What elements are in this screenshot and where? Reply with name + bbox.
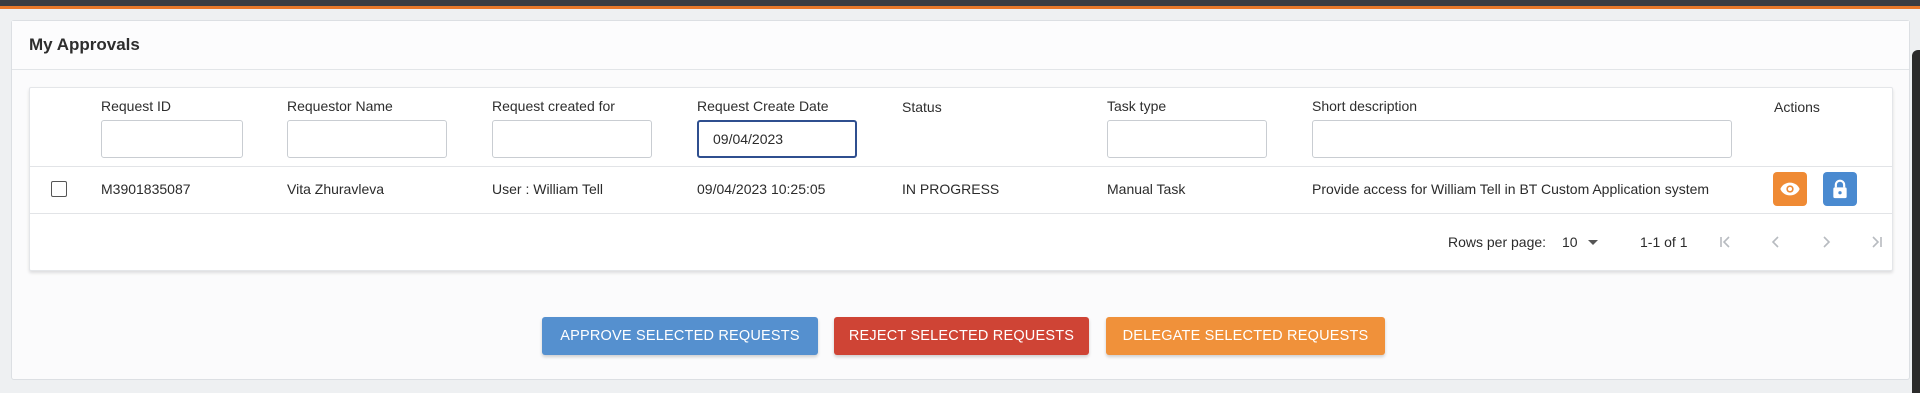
eye-icon <box>1780 182 1800 196</box>
reject-selected-button[interactable]: REJECT SELECTED REQUESTS <box>834 317 1089 355</box>
table-pagination: Rows per page: 10 1-1 of 1 <box>30 214 1892 269</box>
next-page-icon[interactable] <box>1814 231 1838 253</box>
view-request-button[interactable] <box>1773 172 1807 206</box>
request-created-for-filter[interactable] <box>492 120 652 158</box>
rows-per-page-label: Rows per page: <box>1448 234 1547 250</box>
table-row: M3901835087 Vita Zhuravleva User : Willi… <box>30 166 1892 214</box>
cell-request-create-date: 09/04/2023 10:25:05 <box>697 181 826 197</box>
panel-title: My Approvals <box>12 21 1909 70</box>
previous-page-icon[interactable] <box>1764 231 1788 253</box>
cell-status: IN PROGRESS <box>902 181 1000 197</box>
short-description-filter[interactable] <box>1312 120 1732 158</box>
pagination-range: 1-1 of 1 <box>1640 234 1688 250</box>
lock-icon <box>1833 179 1847 199</box>
column-header-request-create-date: Request Create Date <box>697 98 829 114</box>
claim-lock-button[interactable] <box>1823 172 1857 206</box>
column-header-requestor-name: Requestor Name <box>287 98 393 114</box>
column-header-request-id: Request ID <box>101 98 172 114</box>
cell-request-created-for: User : William Tell <box>492 181 603 197</box>
chevron-down-icon[interactable] <box>1588 240 1598 245</box>
cell-requestor-name: Vita Zhuravleva <box>287 181 385 197</box>
cell-short-description: Provide access for William Tell in BT Cu… <box>1312 181 1710 197</box>
window-edge <box>1912 50 1920 393</box>
approvals-table: Request ID Requestor Name Request create… <box>29 87 1893 271</box>
cell-request-id: M3901835087 <box>101 181 191 197</box>
top-accent-bar <box>0 0 1920 9</box>
first-page-icon[interactable] <box>1714 231 1738 253</box>
column-header-actions: Actions <box>1774 99 1820 115</box>
request-create-date-filter[interactable] <box>697 120 857 158</box>
column-header-short-description: Short description <box>1312 98 1418 114</box>
approve-selected-button[interactable]: APPROVE SELECTED REQUESTS <box>542 317 818 355</box>
column-header-status: Status <box>902 99 942 115</box>
task-type-filter[interactable] <box>1107 120 1267 158</box>
column-header-task-type: Task type <box>1107 98 1167 114</box>
column-header-request-created-for: Request created for <box>492 98 615 114</box>
last-page-icon[interactable] <box>1864 231 1888 253</box>
table-header: Request ID Requestor Name Request create… <box>30 88 1892 167</box>
my-approvals-panel: My Approvals Request ID Requestor Name R… <box>11 20 1910 380</box>
row-select-checkbox[interactable] <box>51 181 67 197</box>
request-id-filter[interactable] <box>101 120 243 158</box>
requestor-name-filter[interactable] <box>287 120 447 158</box>
cell-task-type: Manual Task <box>1107 181 1186 197</box>
rows-per-page-select[interactable]: 10 <box>1562 234 1578 250</box>
delegate-selected-button[interactable]: DELEGATE SELECTED REQUESTS <box>1106 317 1385 355</box>
